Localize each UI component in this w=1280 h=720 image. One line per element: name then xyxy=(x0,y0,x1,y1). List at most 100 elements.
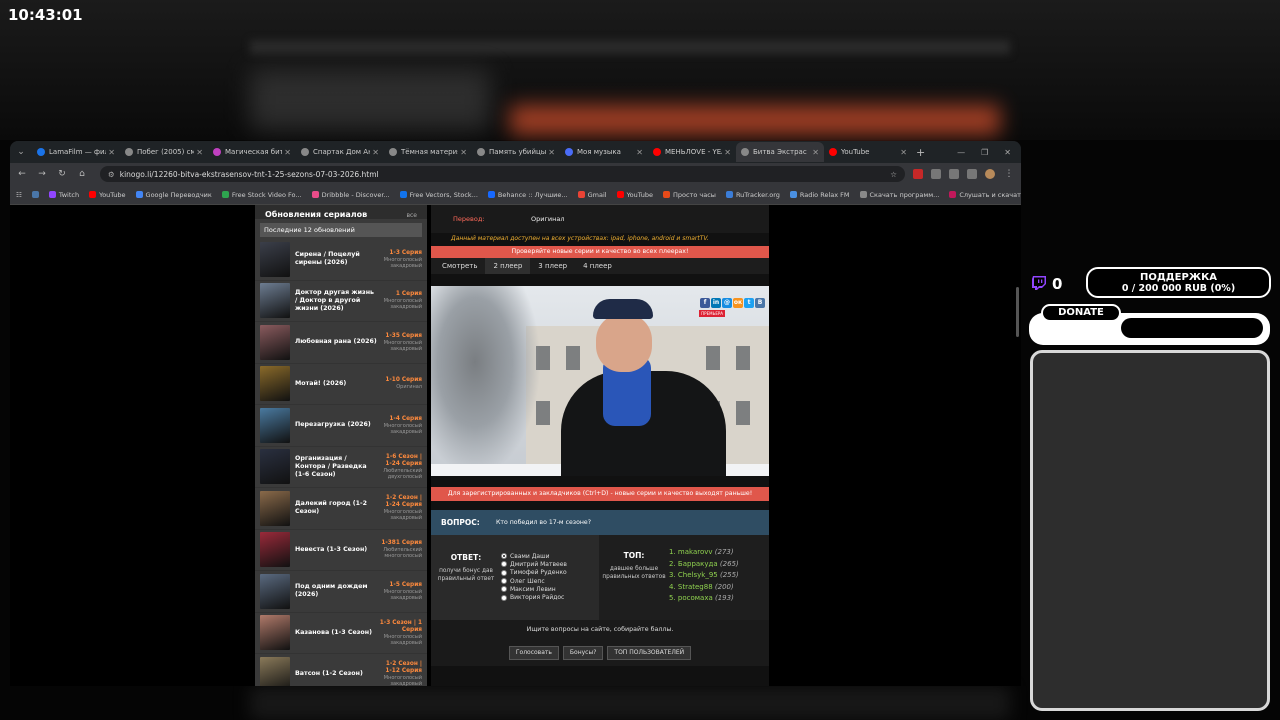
series-poster[interactable] xyxy=(260,656,290,686)
apps-icon[interactable]: ☷ xyxy=(16,191,22,199)
answer-option[interactable]: Виктория Райдос xyxy=(501,593,599,601)
close-tab-icon[interactable]: ✕ xyxy=(548,148,555,157)
top-users-button[interactable]: ТОП ПОЛЬЗОВАТЕЛЕЙ xyxy=(607,646,692,660)
back-icon[interactable]: ← xyxy=(16,169,28,179)
series-poster[interactable] xyxy=(260,407,290,443)
extension-icon[interactable] xyxy=(913,169,923,179)
sidebar-series-item[interactable]: Под одним дождем (2026) 1-5 Серия Многогол… xyxy=(255,571,427,613)
top-user-row[interactable]: 3. Chelsyk_95 (255) xyxy=(669,571,769,583)
maximize-icon[interactable]: ❐ xyxy=(981,148,988,157)
top-user-row[interactable]: 1. makarovv (273) xyxy=(669,548,769,560)
home-icon[interactable]: ⌂ xyxy=(76,169,88,179)
social-share-icon[interactable]: @ xyxy=(722,298,732,308)
browser-tab[interactable]: Магическая битв ✕ xyxy=(208,142,296,162)
bookmark-item[interactable]: Dribbble - Discover... xyxy=(311,191,390,199)
extensions-puzzle-icon[interactable] xyxy=(949,169,959,179)
page-scrollbar[interactable] xyxy=(1016,287,1019,337)
close-tab-icon[interactable]: ✕ xyxy=(636,148,643,157)
browser-tab[interactable]: МЕНЬЛОVE - YEAR✕ xyxy=(648,142,736,162)
address-bar[interactable]: ⚙ kinogo.li/12260-bitva-ekstrasensov-tnt… xyxy=(100,166,905,182)
vk-icon[interactable] xyxy=(31,191,39,198)
close-tab-icon[interactable]: ✕ xyxy=(284,148,291,157)
browser-tab[interactable]: Моя музыка ✕ xyxy=(560,142,648,162)
sidebar-series-item[interactable]: Перезагрузка (2026) 1-4 Серия Многоголосый… xyxy=(255,405,427,447)
bookmark-item[interactable]: Free Stock Video Fo... xyxy=(221,191,302,199)
series-title[interactable]: Далекий город (1-2 Сезон) xyxy=(290,500,378,516)
top-user-row[interactable]: 5. росомаха (193) xyxy=(669,594,769,606)
tab-player-4[interactable]: 4 плеер xyxy=(575,258,620,274)
menu-icon[interactable]: ⋮ xyxy=(1003,169,1015,179)
bookmark-item[interactable]: Gmail xyxy=(577,191,607,199)
bookmark-star-icon[interactable]: ☆ xyxy=(890,170,897,179)
series-poster[interactable] xyxy=(260,324,290,360)
reload-icon[interactable]: ↻ xyxy=(56,169,68,179)
tab-player-3[interactable]: 3 плеер xyxy=(530,258,575,274)
bookmark-item[interactable]: Скачать программ... xyxy=(859,191,939,199)
site-info-icon[interactable]: ⚙ xyxy=(108,170,115,179)
social-share-icon[interactable]: В xyxy=(755,298,765,308)
social-share-icon[interactable]: t xyxy=(744,298,754,308)
bonuses-button[interactable]: Бонусы? xyxy=(562,646,604,660)
bookmark-item[interactable]: Google Переводчик xyxy=(135,191,212,199)
series-poster[interactable] xyxy=(260,615,290,651)
browser-tab[interactable]: YouTube ✕ xyxy=(824,142,912,162)
series-poster[interactable] xyxy=(260,283,290,319)
answer-option[interactable]: Свами Даши xyxy=(501,552,599,560)
close-tab-icon[interactable]: ✕ xyxy=(460,148,467,157)
top-user-name[interactable]: 1. makarovv xyxy=(669,548,713,556)
series-title[interactable]: Перезагрузка (2026) xyxy=(290,421,378,429)
answer-option[interactable]: Дмитрий Матвеев xyxy=(501,560,599,568)
new-tab-button[interactable]: + xyxy=(916,146,925,159)
bookmark-item[interactable]: Twitch xyxy=(48,191,79,199)
series-title[interactable]: Организация / Контора / Разведка (1-6 Се… xyxy=(290,455,378,479)
series-title[interactable]: Доктор другая жизнь / Доктор в другой жи… xyxy=(290,289,378,313)
series-poster[interactable] xyxy=(260,366,290,402)
profile-avatar[interactable] xyxy=(985,169,995,179)
video-player[interactable]: f in @ ок t В ПРЕМЬЕРА xyxy=(431,286,769,476)
radio-button[interactable] xyxy=(501,561,507,568)
close-tab-icon[interactable]: ✕ xyxy=(196,148,203,157)
forward-icon[interactable]: → xyxy=(36,169,48,179)
sidebar-icon[interactable] xyxy=(967,169,977,179)
bookmark-item[interactable]: Radio Relax FM xyxy=(789,191,850,199)
sidebar-series-item[interactable]: Организация / Контора / Разведка (1-6 Се… xyxy=(255,447,427,488)
top-user-row[interactable]: 2. Барракуда (265) xyxy=(669,560,769,572)
sidebar-series-item[interactable]: Мотай! (2026) 1-10 Серия Оригинал xyxy=(255,364,427,405)
close-tab-icon[interactable]: ✕ xyxy=(108,148,115,157)
close-tab-icon[interactable]: ✕ xyxy=(724,148,731,157)
radio-button[interactable] xyxy=(501,569,507,576)
series-title[interactable]: Мотай! (2026) xyxy=(290,380,378,388)
series-poster[interactable] xyxy=(260,532,290,568)
tab-player-2[interactable]: 2 плеер xyxy=(485,258,531,274)
bookmark-item[interactable]: Слушать и скачать... xyxy=(949,191,1021,199)
bookmark-item[interactable]: YouTube xyxy=(89,191,126,199)
series-title[interactable]: Ватсон (1-2 Сезон) xyxy=(290,670,378,678)
sidebar-all-link[interactable]: все xyxy=(406,212,417,219)
close-window-icon[interactable]: ✕ xyxy=(1004,148,1011,157)
sidebar-series-item[interactable]: Доктор другая жизнь / Доктор в другой жи… xyxy=(255,281,427,322)
browser-tab[interactable]: Спартак Дом Ан ✕ xyxy=(296,142,384,162)
minimize-icon[interactable]: — xyxy=(957,148,965,157)
browser-tab[interactable]: Побег (2005) смо ✕ xyxy=(120,142,208,162)
sidebar-series-item[interactable]: Ватсон (1-2 Сезон) 1-2 Сезон | 1-12 Серия… xyxy=(255,654,427,686)
top-user-name[interactable]: 5. росомаха xyxy=(669,594,713,602)
series-title[interactable]: Невеста (1-3 Сезон) xyxy=(290,546,378,554)
tab-watch[interactable]: Смотреть xyxy=(434,258,485,274)
top-user-row[interactable]: 4. Strateg88 (200) xyxy=(669,583,769,595)
sidebar-series-item[interactable]: Казанова (1-3 Сезон) 1-3 Сезон | 1 Серия М… xyxy=(255,613,427,654)
browser-tab[interactable]: LamaFilm — фил ✕ xyxy=(32,142,120,162)
radio-button[interactable] xyxy=(501,553,507,560)
series-title[interactable]: Сирена / Поцелуй сирены (2026) xyxy=(290,251,378,267)
sidebar-series-item[interactable]: Далекий город (1-2 Сезон) 1-2 Сезон | 1-2… xyxy=(255,488,427,530)
top-user-name[interactable]: 2. Барракуда xyxy=(669,560,718,568)
browser-tab[interactable]: Битва Экстрас ✕ xyxy=(736,142,824,162)
sidebar-series-item[interactable]: Любовная рана (2026) 1-35 Серия Многоголос… xyxy=(255,322,427,364)
radio-button[interactable] xyxy=(501,586,507,593)
social-share-icon[interactable]: f xyxy=(700,298,710,308)
top-user-name[interactable]: 4. Strateg88 xyxy=(669,583,713,591)
bookmark-item[interactable]: Free Vectors, Stock... xyxy=(399,191,478,199)
series-poster[interactable] xyxy=(260,241,290,277)
top-user-name[interactable]: 3. Chelsyk_95 xyxy=(669,571,718,579)
close-tab-icon[interactable]: ✕ xyxy=(812,148,819,157)
series-title[interactable]: Казанова (1-3 Сезон) xyxy=(290,629,378,637)
